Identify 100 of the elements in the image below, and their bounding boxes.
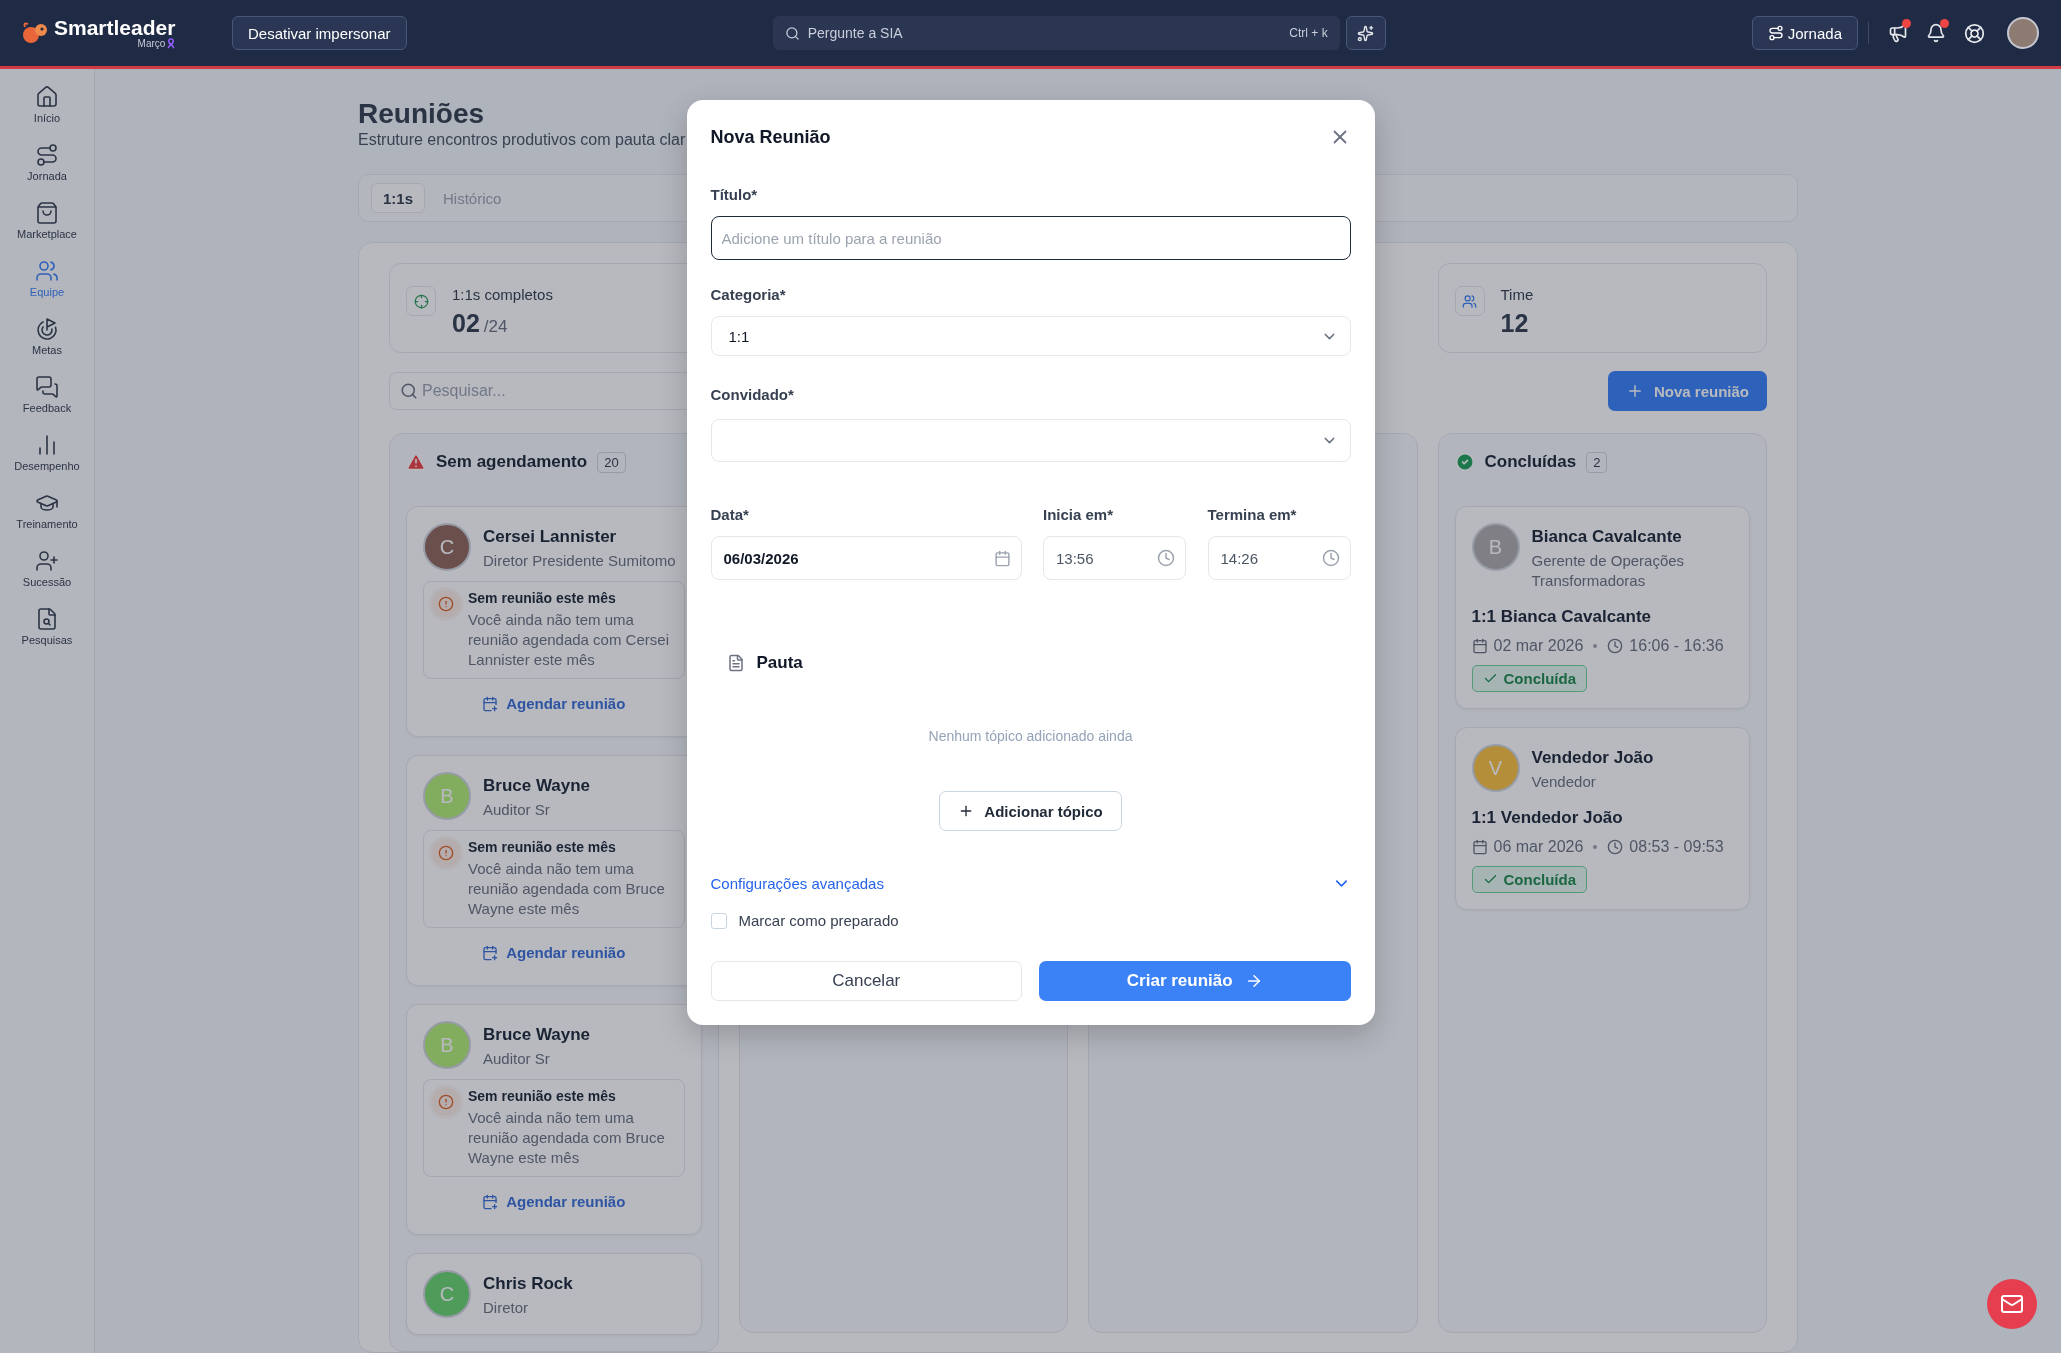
warning-icon: [406, 452, 426, 472]
warning-title: Sem reunião este mês: [468, 839, 617, 855]
sidebar-item[interactable]: Metas: [2, 317, 92, 364]
field-label: Termina em*: [1207, 505, 1298, 525]
field-label: Categoria*: [710, 285, 787, 305]
alert-icon: [432, 590, 460, 618]
person-role: Auditor Sr: [483, 1049, 551, 1069]
impersonate-button[interactable]: Desativar impersonar: [232, 16, 407, 50]
dialog-title: Nova Reunião: [710, 126, 831, 148]
warning-title: Sem reunião este mês: [468, 1088, 617, 1104]
tab[interactable]: 1:1s: [371, 183, 426, 213]
stat-value: 12: [1500, 309, 1529, 338]
time-field[interactable]: 14:26: [1207, 536, 1351, 580]
time-field[interactable]: 13:56: [1043, 536, 1186, 580]
users-icon: [35, 259, 59, 283]
field-label: Data*: [710, 505, 750, 525]
meeting-title: 1:1 Vendedor João: [1471, 808, 1624, 828]
sidebar-item[interactable]: Pesquisas: [2, 607, 92, 654]
column-title: Concluídas: [1484, 452, 1577, 472]
sidebar-item[interactable]: Jornada: [2, 143, 92, 190]
sidebar-item[interactable]: Desempenho: [2, 433, 92, 480]
sidebar-item[interactable]: Sucessão: [2, 549, 92, 596]
clock-icon: [1157, 549, 1175, 567]
add-topic-button[interactable]: Adicionar tópico: [939, 791, 1122, 831]
field-label: Convidado*: [710, 385, 795, 405]
person-role: Diretor Presidente Sumitomo: [483, 551, 676, 571]
check-circle-icon: [1454, 452, 1475, 472]
lifebuoy-icon: [1963, 22, 1985, 44]
sparkles-button[interactable]: [1345, 16, 1386, 50]
clock-icon: [1607, 839, 1624, 855]
user-avatar[interactable]: [2007, 17, 2039, 49]
calendar-plus-icon: [482, 944, 499, 961]
date-field[interactable]: 06/03/2026: [710, 536, 1022, 580]
checkbox[interactable]: [710, 912, 727, 929]
field-label: Inicia em*: [1043, 505, 1115, 525]
separator-dot: [1593, 644, 1598, 648]
meeting-date: 06 mar 2026: [1493, 838, 1584, 856]
person-name: Vendedor João: [1531, 748, 1654, 768]
target-icon: [406, 286, 436, 316]
empty-message: Nenhum tópico adicionado ainda: [927, 728, 1134, 744]
search-field[interactable]: Pergunte a SIA Ctrl + k: [772, 16, 1340, 50]
person-role: Gerente de Operações Transformadoras: [1531, 551, 1686, 591]
person-name: Bruce Wayne: [483, 1025, 591, 1045]
sidebar-item[interactable]: Marketplace: [2, 201, 92, 248]
stat-total: /24: [483, 317, 508, 337]
sidebar-item[interactable]: Treinamento: [2, 491, 92, 538]
person-role: Diretor: [483, 1298, 529, 1318]
count-badge: 2: [1586, 451, 1608, 473]
mail-icon: [2000, 1292, 2024, 1316]
cancel-button[interactable]: Cancelar: [710, 961, 1022, 1001]
select-field[interactable]: 1:1: [710, 316, 1351, 356]
route-icon: [1767, 25, 1784, 41]
file-search-icon: [35, 607, 59, 631]
schedule-link[interactable]: Agendar reunião: [482, 1187, 626, 1218]
alert-icon: [432, 1088, 460, 1116]
person-name: Cersei Lannister: [483, 527, 618, 547]
status-badge: Concluída: [1471, 866, 1587, 893]
avatar: C: [423, 1270, 471, 1318]
users-icon: [1454, 286, 1485, 316]
page-subtitle: Estruture encontros produtivos com pauta clar: [358, 131, 686, 149]
shopping-bag-icon: [35, 201, 59, 225]
title-input[interactable]: Adicione um título para a reunião: [710, 216, 1351, 260]
warning-text: Você ainda não tem uma reunião agendada com Cersei Lannister este mês: [468, 610, 670, 670]
person-name: Bruce Wayne: [483, 776, 591, 796]
ribbon-icon: [167, 38, 176, 49]
checkbox-label: Marcar como preparado: [738, 912, 899, 929]
journey-button[interactable]: Jornada: [1751, 16, 1858, 50]
calendar-plus-icon: [482, 695, 499, 712]
column-title: Sem agendamento: [436, 452, 588, 472]
calendar-icon: [1471, 638, 1488, 654]
warning-title: Sem reunião este mês: [468, 590, 617, 606]
schedule-link[interactable]: Agendar reunião: [482, 938, 626, 969]
home-icon: [35, 85, 59, 109]
sidebar-item[interactable]: Início: [2, 85, 92, 132]
stat-value: 02: [452, 309, 480, 338]
avatar: B: [423, 1021, 471, 1069]
page-title: Reuniões: [358, 97, 486, 131]
calendar-icon: [1471, 839, 1488, 855]
document-icon: [726, 654, 745, 672]
sidebar-item[interactable]: Feedback: [2, 375, 92, 422]
create-button[interactable]: Criar reunião: [1039, 961, 1351, 1001]
meeting-time: 16:06 - 16:36: [1629, 637, 1724, 655]
brand-name: Smartleader: [54, 17, 176, 38]
clock-icon: [1607, 638, 1624, 654]
separator-dot: [1593, 845, 1598, 849]
alert-icon: [432, 839, 460, 867]
shortcut-hint: Ctrl + k: [1289, 26, 1328, 40]
mail-button[interactable]: [1987, 1279, 2037, 1329]
schedule-link[interactable]: Agendar reunião: [482, 689, 626, 720]
calendar-icon: [993, 549, 1011, 567]
stat-label: Time: [1500, 286, 1534, 303]
warning-text: Você ainda não tem uma reunião agendada com Bruce Wayne este mês: [468, 1108, 666, 1168]
squirrel-logo-icon: [22, 21, 48, 45]
avatar: C: [423, 523, 471, 571]
search-icon: [784, 25, 800, 41]
field-label: Título*: [710, 185, 759, 205]
select-field[interactable]: [710, 419, 1351, 462]
advanced-settings-toggle[interactable]: Configurações avançadas: [710, 874, 1351, 893]
sparkles-icon: [1357, 24, 1375, 42]
user-plus-icon: [35, 549, 59, 573]
